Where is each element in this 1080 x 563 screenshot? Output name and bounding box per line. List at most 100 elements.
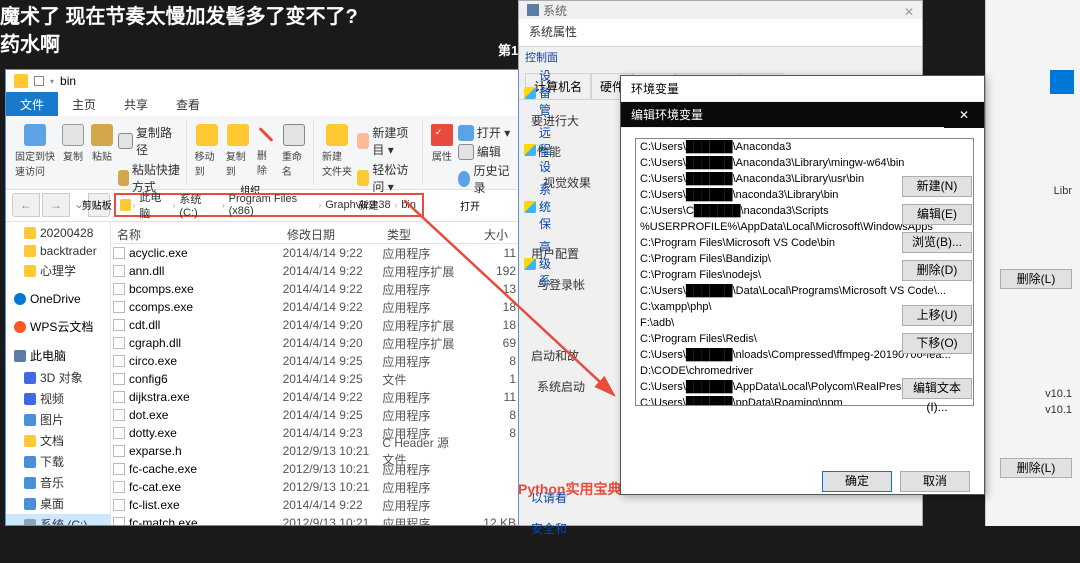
env-path-item[interactable]: C:\Users\██████\Anaconda3 (636, 139, 973, 155)
sidebar-onedrive[interactable]: OneDrive (6, 289, 110, 309)
sidebar-wps[interactable]: WPS云文档 (6, 315, 110, 338)
delete-button[interactable]: 删除 (255, 122, 277, 179)
right-lib-text: Libr (1054, 185, 1072, 197)
crumb-graphviz[interactable]: Graphviz2.38 (323, 199, 392, 211)
group-clipboard: 剪贴板 (82, 197, 112, 212)
file-row[interactable]: acyclic.exe2014/4/14 9:22应用程序11 (111, 244, 518, 262)
col-size: 大小 (459, 222, 515, 243)
paste-button[interactable]: 粘贴 (89, 122, 115, 165)
explorer-tabs: 文件 主页 共享 查看 (6, 92, 518, 116)
edit-button[interactable]: 编辑 (458, 143, 511, 160)
file-row[interactable]: fc-cache.exe2012/9/13 10:21应用程序 (111, 460, 518, 478)
down-button[interactable]: 下移(O) (902, 333, 972, 354)
crumb-thispc[interactable]: 此电脑 (137, 189, 170, 221)
new-item[interactable]: 新建项目 ▾ (357, 124, 417, 158)
sidebar: 20200428 backtrader 心理学 OneDrive WPS云文档 … (6, 222, 111, 525)
close-icon[interactable]: ✕ (904, 5, 914, 19)
file-row[interactable]: ann.dll2014/4/14 9:22应用程序扩展192 (111, 262, 518, 280)
explorer-titlebar[interactable]: ▾ bin (6, 70, 518, 92)
security-link[interactable]: 安全和 (531, 520, 910, 537)
sidebar-item[interactable]: 系统 (C:) (6, 514, 110, 525)
copy-button[interactable]: 复制 (60, 122, 86, 165)
tab-home[interactable]: 主页 (58, 92, 110, 116)
right-panel-bg: Libr 删除(L) v10.1 v10.1 删除(L) (985, 0, 1080, 526)
cancel-button[interactable]: 取消 (900, 471, 970, 492)
file-row[interactable]: circo.exe2014/4/14 9:25应用程序8 (111, 352, 518, 370)
file-row[interactable]: config62014/4/14 9:25文件1 (111, 370, 518, 388)
tab-share[interactable]: 共享 (110, 92, 162, 116)
rename-button[interactable]: 重命名 (280, 122, 308, 180)
properties-button[interactable]: ✓属性 (429, 122, 455, 165)
env-path-item[interactable]: C:\Users\██████\Anaconda3\Library\mingw-… (636, 155, 973, 171)
close-icon[interactable]: ✕ (944, 102, 984, 128)
new-button[interactable]: 新建(N) (902, 176, 972, 197)
open-button[interactable]: 打开 ▾ (458, 124, 511, 141)
file-row[interactable]: bcomps.exe2014/4/14 9:22应用程序13 (111, 280, 518, 298)
sidebar-item[interactable]: 3D 对象 (6, 367, 110, 388)
control-panel-link[interactable]: 控制面 (519, 47, 922, 67)
sidebar-item[interactable]: 视频 (6, 388, 110, 409)
link-remote[interactable]: 远程设 (522, 121, 564, 178)
ok-button[interactable]: 确定 (822, 471, 892, 492)
delete-button[interactable]: 删除(D) (902, 260, 972, 281)
history-button[interactable]: 历史记录 (458, 162, 511, 196)
crumb-pf86[interactable]: Program Files (x86) (227, 193, 317, 217)
sidebar-item[interactable]: 图片 (6, 409, 110, 430)
env-title1[interactable]: 环境变量 (621, 76, 984, 102)
file-row[interactable]: fc-list.exe2014/4/14 9:22应用程序 (111, 496, 518, 514)
env-window: 环境变量 编辑环境变量✕ C:\Users\██████\Anaconda3C:… (620, 75, 985, 495)
edit-button[interactable]: 编辑(E) (902, 204, 972, 225)
right-delete2-button[interactable]: 删除(L) (1000, 458, 1072, 478)
sidebar-item[interactable]: 文档 (6, 430, 110, 451)
file-row[interactable]: fc-cat.exe2012/9/13 10:21应用程序 (111, 478, 518, 496)
bg-caption-1: 魔术了 现在节奏太慢加发髻多了变不了? (0, 0, 358, 29)
sidebar-item[interactable]: 下载 (6, 451, 110, 472)
sidebar-item[interactable]: 桌面 (6, 493, 110, 514)
right-v1: v10.1 (1045, 388, 1072, 400)
crumb-bin[interactable]: bin (399, 199, 418, 211)
file-row[interactable]: ccomps.exe2014/4/14 9:22应用程序18 (111, 298, 518, 316)
link-advanced[interactable]: 高级系 (522, 235, 564, 292)
file-header[interactable]: 名称 修改日期 类型 大小 (111, 222, 518, 244)
moveto-button[interactable]: 移动到 (193, 122, 221, 180)
group-open: 打开 (460, 198, 480, 213)
file-row[interactable]: dijkstra.exe2014/4/14 9:22应用程序11 (111, 388, 518, 406)
syscontrol-links: 设备管 远程设 系统保 高级系 (518, 60, 568, 296)
file-row[interactable]: cgraph.dll2014/4/14 9:20应用程序扩展69 (111, 334, 518, 352)
ribbon: 固定到快 速访问 复制 粘贴 复制路径 粘贴快捷方式 剪贴板 移动到 复制到 删… (6, 116, 518, 190)
forward-button[interactable]: → (42, 193, 70, 217)
address-bar[interactable]: › 此电脑› 系统 (C:)› Program Files (x86)› Gra… (114, 193, 424, 217)
file-row[interactable]: exparse.h2012/9/13 10:21C Header 源文件 (111, 442, 518, 460)
browse-button[interactable]: 浏览(B)... (902, 232, 972, 253)
link-device-mgr[interactable]: 设备管 (522, 64, 564, 121)
sidebar-item[interactable]: backtrader (6, 242, 110, 260)
explorer-title: bin (60, 74, 76, 88)
tab-file[interactable]: 文件 (6, 92, 58, 116)
link-sysprotect[interactable]: 系统保 (522, 178, 564, 235)
env-title2[interactable]: 编辑环境变量✕ (621, 102, 984, 128)
newfolder-button[interactable]: 新建 文件夹 (320, 122, 354, 180)
overflow-icon (34, 76, 44, 86)
back-button[interactable]: ← (12, 193, 40, 217)
pin-button[interactable]: 固定到快 速访问 (13, 122, 57, 180)
copy-path[interactable]: 复制路径 (118, 124, 181, 158)
file-row[interactable]: cdt.dll2014/4/14 9:20应用程序扩展18 (111, 316, 518, 334)
up-button[interactable]: 上移(U) (902, 305, 972, 326)
folder-icon (14, 74, 28, 88)
edit-text-button[interactable]: 编辑文本(I)... (902, 378, 972, 399)
file-row[interactable]: dot.exe2014/4/14 9:25应用程序8 (111, 406, 518, 424)
right-delete-button[interactable]: 删除(L) (1000, 269, 1072, 289)
easy-access[interactable]: 轻松访问 ▾ (357, 161, 417, 195)
copyto-button[interactable]: 复制到 (224, 122, 252, 180)
col-name: 名称 (111, 222, 281, 243)
sys-top: 系统 (543, 2, 567, 19)
sidebar-item[interactable]: 20200428 (6, 224, 110, 242)
sidebar-item[interactable]: 心理学 (6, 260, 110, 281)
explorer-window: ▾ bin 文件 主页 共享 查看 固定到快 速访问 复制 粘贴 复制路径 粘贴… (5, 69, 519, 526)
crumb-c[interactable]: 系统 (C:) (177, 191, 220, 219)
tab-view[interactable]: 查看 (162, 92, 214, 116)
file-row[interactable]: fc-match.exe2012/9/13 10:21应用程序12 KB (111, 514, 518, 525)
col-date: 修改日期 (281, 222, 381, 243)
sidebar-thispc[interactable]: 此电脑 (6, 344, 110, 367)
sidebar-item[interactable]: 音乐 (6, 472, 110, 493)
